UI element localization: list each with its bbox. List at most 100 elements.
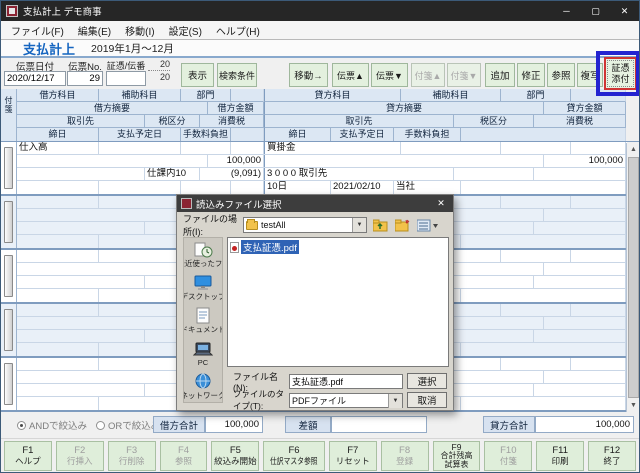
slip-date-input[interactable]: [4, 71, 66, 86]
fkey-f10-fusen[interactable]: F10 付箋: [484, 441, 533, 471]
count-divider: [148, 70, 170, 71]
scroll-down-icon[interactable]: ▼: [627, 399, 639, 412]
sidebar-item-network[interactable]: ネットワーク: [184, 370, 222, 403]
fkey-f2-insert-row[interactable]: F2 行挿入: [55, 441, 104, 471]
table-row[interactable]: 仕入高 買掛金: [17, 142, 626, 155]
cell-credit-vendor[interactable]: 3 0 0 0 取引先: [264, 168, 454, 180]
fkey-f8-register[interactable]: F8 登録: [380, 441, 429, 471]
file-list[interactable]: 支払証憑.pdf: [227, 237, 449, 367]
sidebar-item-recent[interactable]: 最近使ったフ...: [184, 238, 222, 271]
fkey-f6-journal-master[interactable]: F6 仕訳マスタ参照: [263, 441, 325, 471]
menu-item-edit[interactable]: 編集(E): [71, 23, 118, 38]
page-title: 支払計上: [23, 41, 76, 57]
fkey-f5-filter-start[interactable]: F5 絞込み開始: [211, 441, 260, 471]
sidebar-item-documents[interactable]: ドキュメント: [184, 304, 222, 337]
fusen-down-button[interactable]: 付箋▼: [447, 63, 481, 87]
slip-no-input[interactable]: [67, 71, 103, 86]
table-row[interactable]: 仕課内10 (9,091) 3 0 0 0 取引先: [17, 168, 626, 181]
pc-icon: [193, 342, 213, 355]
cell-debit-tax[interactable]: (9,091): [200, 168, 264, 180]
cell-debit-taxclass[interactable]: 仕課内10: [145, 168, 200, 180]
dialog-close-button[interactable]: ✕: [433, 198, 449, 209]
attach-evidence-button[interactable]: 証憑 添付: [604, 57, 637, 90]
fkey-label: F8: [399, 445, 411, 457]
file-list-item[interactable]: 支払証憑.pdf: [230, 240, 299, 254]
fkey-f12-exit[interactable]: F12 終了: [588, 441, 636, 471]
sidebar-item-desktop[interactable]: デスクトップ: [184, 271, 222, 304]
minimize-button[interactable]: ─: [552, 1, 581, 21]
fkey-f11-print[interactable]: F11 印刷: [536, 441, 585, 471]
move-button[interactable]: 移動→: [289, 63, 328, 87]
up-folder-button[interactable]: [372, 217, 389, 233]
cell-debit-account[interactable]: 仕入高: [17, 142, 99, 154]
menu-item-move[interactable]: 移動(I): [118, 23, 161, 38]
header-debit-taxclass: 税区分: [145, 115, 200, 128]
row-select-button[interactable]: [4, 147, 13, 189]
file-name-input[interactable]: [289, 373, 403, 389]
journal-row-1[interactable]: 仕入高 買掛金 100,000 100,000 仕課内10 (9,091) 3 …: [1, 142, 627, 196]
fkey-caption: 仕訳マスタ参照: [270, 455, 318, 466]
header-debit-tax: 消費税: [200, 115, 264, 128]
cell-credit-closing[interactable]: 10日: [264, 181, 331, 194]
scroll-up-icon[interactable]: ▲: [627, 143, 639, 156]
menu-item-settings[interactable]: 設定(S): [162, 23, 209, 38]
file-item-name: 支払証憑.pdf: [241, 240, 299, 254]
sidebar-item-pc[interactable]: PC: [184, 337, 222, 370]
table-header: 付箋 借方科目 補助科目 部門 貸方科目 補助科目 部門 借方摘要 借方金額 貸…: [1, 89, 639, 142]
window-title: 支払計上 デモ商事: [23, 7, 102, 18]
fkey-caption: 終了: [603, 455, 621, 466]
difference-value: [331, 416, 427, 433]
select-button[interactable]: 選択: [407, 373, 447, 389]
row-select-button[interactable]: [4, 255, 13, 297]
fusen-up-button[interactable]: 付箋▲: [411, 63, 445, 87]
fkey-label: F7: [347, 445, 359, 457]
attach-label-2: 添付: [611, 73, 630, 84]
table-row[interactable]: 10日 2021/02/10 当社: [17, 181, 626, 194]
cell-credit-account[interactable]: 買掛金: [264, 142, 401, 154]
fkey-f1-help[interactable]: F1 ヘルプ: [4, 441, 52, 471]
row-select-button[interactable]: [4, 201, 13, 243]
maximize-button[interactable]: ▢: [581, 1, 610, 21]
location-label: ファイルの場所(I):: [183, 214, 238, 237]
location-combobox[interactable]: testAll ▼: [243, 217, 367, 233]
row-select-button[interactable]: [4, 309, 13, 351]
cell-credit-fee[interactable]: 当社: [394, 181, 461, 194]
row-select-button[interactable]: [4, 363, 13, 405]
table-scrollbar[interactable]: ▲ ▼: [626, 143, 639, 412]
header-fusen: 付箋: [1, 89, 17, 141]
slip-down-button[interactable]: 伝票▼: [371, 63, 408, 87]
refer-button[interactable]: 参照: [547, 63, 575, 87]
header-debit-amount: 借方金額: [208, 102, 264, 115]
chevron-down-icon[interactable]: ▼: [352, 218, 366, 232]
slip-up-button[interactable]: 伝票▲: [332, 63, 369, 87]
fkey-f9-trial-balance[interactable]: F9 合計残高 試算表: [432, 441, 481, 471]
close-button[interactable]: ✕: [610, 1, 639, 21]
modify-button[interactable]: 修正: [517, 63, 545, 87]
add-button[interactable]: 追加: [485, 63, 515, 87]
display-button[interactable]: 表示: [181, 63, 214, 87]
fkey-f7-reset[interactable]: F7 リセット: [328, 441, 377, 471]
table-row[interactable]: 100,000 100,000: [17, 155, 626, 168]
fkey-f4-refer[interactable]: F4 参照: [159, 441, 208, 471]
cell-credit-due[interactable]: 2021/02/10: [331, 181, 394, 194]
menu-item-help[interactable]: ヘルプ(H): [209, 23, 267, 38]
period-label: 2019年1月～12月: [91, 42, 174, 55]
copy-button[interactable]: 複写: [577, 63, 603, 87]
cancel-button[interactable]: 取消: [407, 392, 447, 408]
cell-debit-amount[interactable]: 100,000: [208, 155, 264, 167]
or-filter-radio[interactable]: ORで絞込み: [96, 418, 160, 432]
new-folder-button[interactable]: [394, 217, 411, 233]
view-menu-button[interactable]: [416, 217, 440, 233]
search-condition-button[interactable]: 検索条件: [217, 63, 257, 87]
fkey-f3-delete-row[interactable]: F3 行削除: [107, 441, 156, 471]
file-type-combobox[interactable]: PDFファイル ▼: [289, 392, 403, 408]
cell-credit-amount[interactable]: 100,000: [544, 155, 626, 167]
voucher-input[interactable]: [106, 71, 146, 86]
fusen-cell: [1, 358, 17, 410]
chevron-down-icon[interactable]: ▼: [388, 393, 402, 408]
and-filter-radio[interactable]: ANDで絞込み: [17, 418, 87, 432]
slip-count-total: 20: [159, 72, 170, 82]
menu-item-file[interactable]: ファイル(F): [4, 23, 71, 38]
header-credit-taxclass: 税区分: [454, 115, 534, 128]
scroll-thumb[interactable]: [628, 157, 639, 398]
